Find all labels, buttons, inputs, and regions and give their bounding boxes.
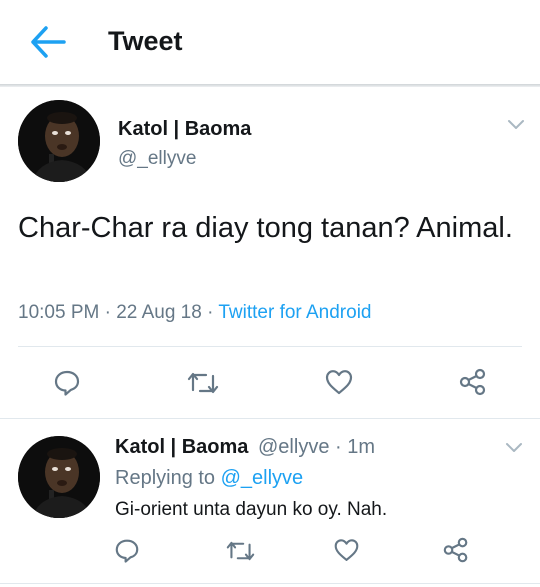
reply-icon[interactable] [53,368,81,396]
tweet-metadata: 10:05 PM · 22 Aug 18 · Twitter for Andro… [18,302,371,324]
share-icon[interactable] [442,536,470,564]
replying-to-link[interactable]: @_ellyve [221,467,304,489]
tweet-time: 10:05 PM [18,302,100,323]
meta-separator: · [99,302,117,323]
divider [18,346,522,347]
replying-prefix: Replying to [115,467,221,489]
retweet-icon[interactable] [187,370,219,396]
reply-author-name[interactable]: Katol | Baoma [115,436,248,459]
like-icon[interactable] [333,537,360,563]
top-bar: Tweet [0,0,540,86]
share-icon[interactable] [458,367,488,397]
divider [0,418,540,419]
reply-author-handle[interactable]: @ellyve · 1m [258,436,375,459]
tweet-source-link[interactable]: Twitter for Android [218,302,371,323]
reply-text: Gi-orient unta dayun ko oy. Nah. [115,499,388,520]
tweet-text: Char-Char ra diay tong tanan? Animal. [18,212,513,244]
reply-icon[interactable] [114,537,140,563]
chevron-down-icon[interactable] [505,441,523,453]
divider [0,583,540,584]
meta-separator: · [201,302,219,323]
author-avatar[interactable] [18,100,100,182]
back-arrow-icon[interactable] [28,24,68,60]
author-handle[interactable]: @_ellyve [118,148,196,170]
author-name[interactable]: Katol | Baoma [118,118,251,141]
tweet-date: 22 Aug 18 [116,302,202,323]
chevron-down-icon[interactable] [507,118,525,130]
top-bar-divider [0,84,540,87]
retweet-icon[interactable] [226,539,255,563]
page-title: Tweet [108,26,183,56]
like-icon[interactable] [324,368,354,396]
reply-author-avatar[interactable] [18,436,100,518]
replying-to-label: Replying to @_ellyve [115,467,303,490]
